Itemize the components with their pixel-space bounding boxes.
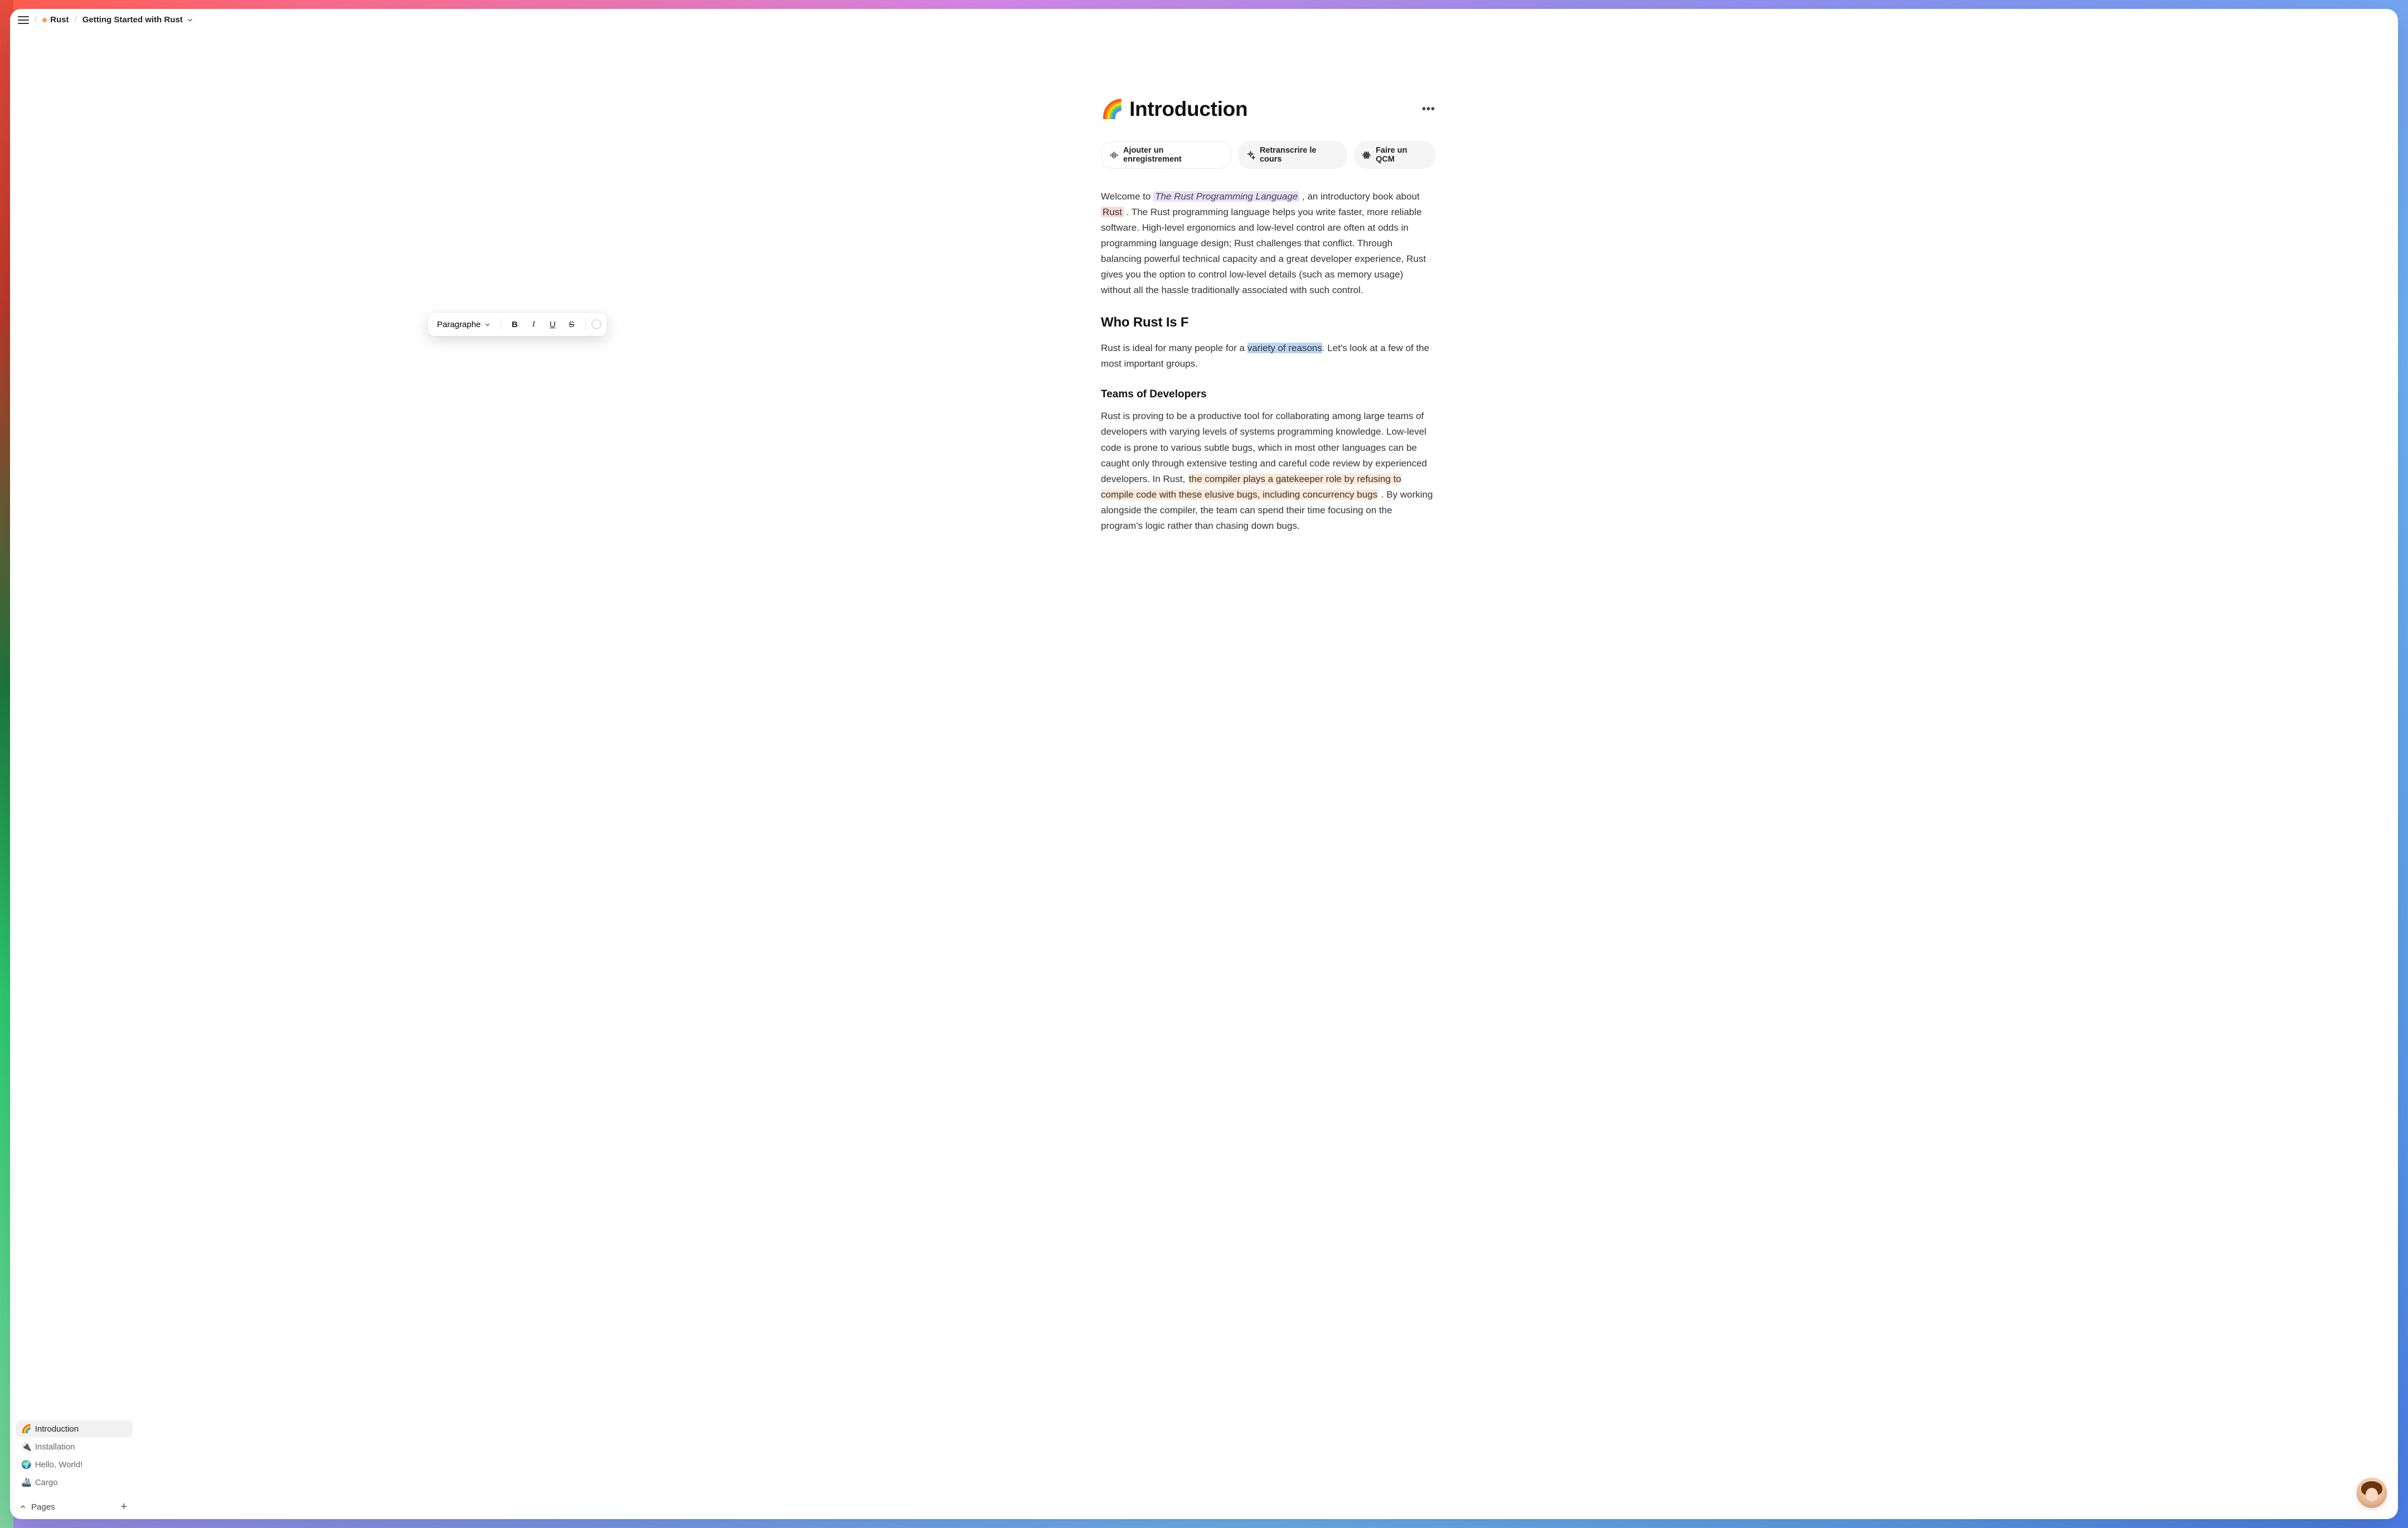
text: Rust is proving to be a productive tool … <box>1101 411 1427 484</box>
user-avatar[interactable] <box>2357 1478 2387 1508</box>
sidebar-item-label: Installation <box>35 1442 75 1452</box>
document-title[interactable]: Introduction <box>1129 98 1247 121</box>
pages-toggle[interactable]: Pages <box>19 1502 55 1512</box>
sidebar-item-emoji: 🌍 <box>21 1459 32 1469</box>
floating-format-toolbar: Paragraphe B I U S <box>428 313 607 336</box>
sidebar-item-introduction[interactable]: 🌈 Introduction <box>16 1420 133 1437</box>
sidebar-item-label: Cargo <box>35 1478 58 1487</box>
strikethrough-button[interactable]: S <box>563 316 580 333</box>
teams-paragraph[interactable]: Rust is proving to be a productive tool … <box>1101 408 1435 533</box>
sidebar-footer-label: Pages <box>31 1502 55 1512</box>
underline-button[interactable]: U <box>544 316 561 333</box>
sidebar-item-emoji: 🔌 <box>21 1442 32 1452</box>
sidebar-item-label: Hello, World! <box>35 1460 83 1469</box>
breadcrumb-separator: / <box>75 15 77 25</box>
who-paragraph[interactable]: Rust is ideal for many people for a vari… <box>1101 340 1435 372</box>
add-page-button[interactable]: + <box>120 1501 127 1512</box>
toolbar-separator <box>500 318 501 330</box>
sidebar-item-hello-world[interactable]: 🌍 Hello, World! <box>16 1456 133 1473</box>
teams-heading[interactable]: Teams of Developers <box>1101 388 1435 401</box>
who-heading[interactable]: Who Rust Is F <box>1101 315 1435 330</box>
quiz-button[interactable]: Faire un QCM <box>1354 141 1435 169</box>
document: 🌈 Introduction ••• Ajouter un enregistre… <box>1090 31 1446 573</box>
text: . The Rust programming language helps yo… <box>1101 207 1426 295</box>
document-header: 🌈 Introduction ••• <box>1101 98 1435 121</box>
content-area: 🌈 Introduction ••• Ajouter un enregistre… <box>138 31 2398 1519</box>
sidebar: 🌈 Introduction 🔌 Installation 🌍 Hello, W… <box>10 31 138 1519</box>
status-dot-icon <box>42 18 47 22</box>
text: , an introductory book about <box>1302 191 1420 202</box>
sidebar-item-cargo[interactable]: 🚢 Cargo <box>16 1474 133 1491</box>
sidebar-pages-list: 🌈 Introduction 🔌 Installation 🌍 Hello, W… <box>16 1420 133 1491</box>
action-label: Retranscrire le cours <box>1260 146 1339 164</box>
more-options-button[interactable]: ••• <box>1422 103 1435 116</box>
sidebar-item-installation[interactable]: 🔌 Installation <box>16 1438 133 1455</box>
sidebar-item-emoji: 🌈 <box>21 1424 32 1434</box>
retranscribe-button[interactable]: Retranscrire le cours <box>1238 141 1347 169</box>
selected-text: variety of reasons <box>1247 343 1322 353</box>
breadcrumb-current[interactable]: Getting Started with Rust <box>82 15 194 25</box>
breadcrumb-current-label: Getting Started with Rust <box>82 15 183 25</box>
atom-icon <box>1362 150 1371 160</box>
app-body: 🌈 Introduction 🔌 Installation 🌍 Hello, W… <box>10 31 2398 1519</box>
document-emoji[interactable]: 🌈 <box>1101 99 1124 120</box>
sidebar-footer: Pages + <box>16 1496 133 1515</box>
sidebar-item-label: Introduction <box>35 1424 79 1434</box>
italic-button[interactable]: I <box>525 316 542 333</box>
waveform-icon <box>1109 150 1119 160</box>
breadcrumb-parent-label: Rust <box>50 15 69 25</box>
block-type-selector[interactable]: Paragraphe <box>434 318 494 332</box>
highlighted-book-name: The Rust Programming Language <box>1153 191 1299 202</box>
bold-button[interactable]: B <box>506 316 523 333</box>
chevron-up-icon <box>19 1503 27 1511</box>
action-label: Ajouter un enregistrement <box>1123 146 1223 164</box>
block-type-label: Paragraphe <box>437 320 480 329</box>
text: Welcome to <box>1101 191 1153 202</box>
color-picker-button[interactable] <box>591 319 601 329</box>
action-label: Faire un QCM <box>1376 146 1428 164</box>
action-row: Ajouter un enregistrement Retranscrire l… <box>1101 141 1435 169</box>
chevron-down-icon <box>186 16 194 24</box>
topbar: / Rust / Getting Started with Rust <box>10 9 2398 31</box>
app-window: / Rust / Getting Started with Rust 🌈 Int… <box>10 9 2398 1519</box>
sparkle-icon <box>1246 150 1255 160</box>
sidebar-item-emoji: 🚢 <box>21 1477 32 1487</box>
add-recording-button[interactable]: Ajouter un enregistrement <box>1101 141 1231 169</box>
breadcrumb-parent[interactable]: Rust <box>42 15 69 25</box>
chevron-down-icon <box>484 321 491 328</box>
menu-toggle-icon[interactable] <box>18 16 29 25</box>
text: Rust is ideal for many people for a <box>1101 343 1247 353</box>
toolbar-separator <box>585 318 586 330</box>
highlighted-rust-word: Rust <box>1101 207 1124 217</box>
intro-paragraph[interactable]: Welcome to The Rust Programming Language… <box>1101 189 1435 298</box>
breadcrumb-separator: / <box>35 15 37 25</box>
document-title-wrap: 🌈 Introduction <box>1101 98 1247 121</box>
